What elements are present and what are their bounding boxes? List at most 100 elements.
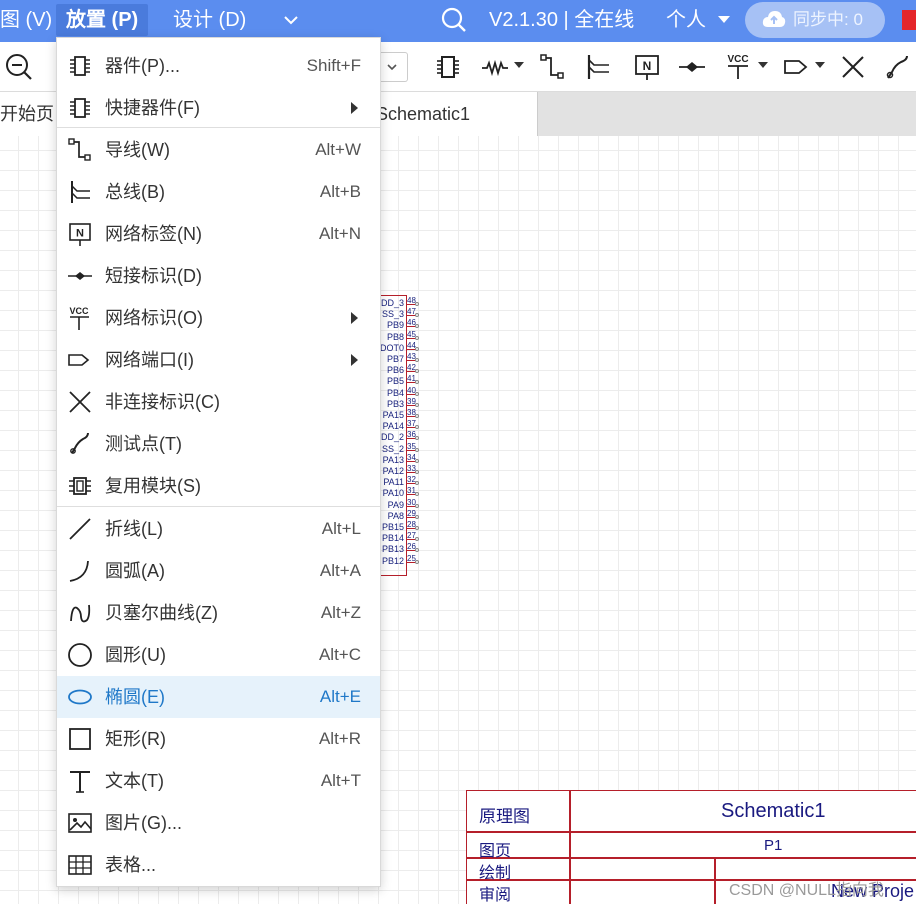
bus-icon[interactable] bbox=[583, 52, 613, 82]
ic-pin[interactable]: PB13 26 bbox=[376, 542, 424, 555]
resistor-icon[interactable] bbox=[480, 52, 510, 82]
ic-pin[interactable]: PA10 31 bbox=[376, 486, 424, 499]
menu-item-ellipse[interactable]: 椭圆(E) Alt+E bbox=[57, 676, 380, 718]
zoom-out-icon[interactable] bbox=[4, 52, 34, 82]
menu-design[interactable]: 设计 (D) bbox=[173, 0, 246, 40]
ic-pin[interactable]: PA11 32 bbox=[376, 475, 424, 488]
menu-item-component[interactable]: 快捷器件(F) bbox=[57, 87, 380, 129]
menu-item-short-flag[interactable]: 短接标识(D) bbox=[57, 255, 380, 297]
title-block-name: Schematic1 bbox=[721, 800, 826, 822]
tab-start-page[interactable]: 开始页 bbox=[0, 92, 56, 136]
menu-item-text[interactable]: 文本(T) Alt+T bbox=[57, 760, 380, 802]
submenu-arrow-icon bbox=[351, 354, 358, 366]
pin-name: PA11 bbox=[383, 477, 404, 488]
menu-item-image[interactable]: 图片(G)... bbox=[57, 802, 380, 844]
menu-item-bezier[interactable]: 贝塞尔曲线(Z) Alt+Z bbox=[57, 592, 380, 634]
menu-item-net-port[interactable]: 网络端口(I) bbox=[57, 339, 380, 381]
menu-item-label: 器件(P)... bbox=[105, 56, 180, 76]
menu-item-no-connect[interactable]: 非连接标识(C) bbox=[57, 381, 380, 423]
user-menu[interactable]: 个人 bbox=[666, 0, 706, 40]
net-port-icon[interactable] bbox=[782, 52, 812, 82]
ic-pin[interactable]: PA9 30 bbox=[376, 498, 424, 511]
arc-icon bbox=[67, 558, 93, 584]
ic-pin[interactable]: PB5 41 bbox=[376, 374, 424, 387]
ic-pin[interactable]: PB7 43 bbox=[376, 352, 424, 365]
menu-item-probe[interactable]: 测试点(T) bbox=[57, 423, 380, 465]
search-icon[interactable] bbox=[440, 6, 468, 34]
menu-item-wire[interactable]: 导线(W) Alt+W bbox=[57, 129, 380, 171]
menu-item-net-label[interactable]: N 网络标签(N) Alt+N bbox=[57, 213, 380, 255]
submenu-arrow-icon bbox=[351, 102, 358, 114]
pin-name: PB15 bbox=[381, 522, 404, 532]
ellipse-icon bbox=[67, 684, 93, 710]
tab-schematic[interactable]: Schematic1 bbox=[366, 92, 538, 136]
ic-pin[interactable]: PA13 34 bbox=[376, 453, 424, 466]
menu-item-rectangle[interactable]: 矩形(R) Alt+R bbox=[57, 718, 380, 760]
menu-item-shortcut: Alt+W bbox=[315, 140, 361, 159]
menu-item-component[interactable]: 器件(P)... Shift+F bbox=[57, 45, 380, 87]
menu-item-shortcut: Alt+R bbox=[318, 729, 361, 748]
toolbar-select[interactable] bbox=[378, 52, 408, 82]
menu-item-label: 表格... bbox=[105, 855, 157, 875]
ic-pin[interactable]: DOT0 44 bbox=[376, 341, 424, 354]
menu-item-table[interactable]: 表格... bbox=[57, 844, 380, 886]
component-icon bbox=[67, 95, 93, 121]
menu-item-label: 圆弧(A) bbox=[105, 561, 165, 581]
place-menu-dropdown: 器件(P)... Shift+F 快捷器件(F) 导线(W) Alt+W 总线(B) Alt… bbox=[56, 37, 381, 887]
text-icon bbox=[67, 768, 93, 794]
net-port-dropdown-icon[interactable] bbox=[815, 62, 825, 68]
menu-more-chevron-icon[interactable] bbox=[283, 0, 299, 40]
menu-item-shortcut: Alt+N bbox=[318, 224, 361, 243]
probe-icon bbox=[67, 431, 93, 457]
ic-pin[interactable]: PB3 39 bbox=[376, 397, 424, 410]
menu-item-label: 文本(T) bbox=[105, 771, 164, 791]
menu-view[interactable]: 图 (V) bbox=[0, 0, 52, 40]
ic-pin[interactable]: PA8 29 bbox=[376, 509, 424, 522]
ic-pin[interactable]: PB9 46 bbox=[376, 318, 424, 331]
menu-item-label: 网络标识(O) bbox=[105, 308, 203, 328]
component-icon bbox=[67, 53, 93, 79]
ic-pin[interactable]: DD_3 48 bbox=[376, 296, 424, 309]
menu-item-label: 贝塞尔曲线(Z) bbox=[105, 603, 218, 623]
ic-pin[interactable]: PB6 42 bbox=[376, 363, 424, 376]
no-connect-icon[interactable] bbox=[838, 52, 868, 82]
component-icon[interactable] bbox=[433, 52, 463, 82]
ic-pin[interactable]: PB15 28 bbox=[376, 520, 424, 533]
ic-pin[interactable]: PB14 27 bbox=[376, 531, 424, 544]
probe-icon[interactable] bbox=[883, 52, 913, 82]
menu-item-label: 图片(G)... bbox=[105, 813, 182, 833]
pin-name: SS_3 bbox=[381, 309, 404, 320]
pin-name: PA12 bbox=[382, 466, 404, 476]
watermark: CSDN @NULL指向我 bbox=[729, 882, 884, 899]
menu-item-arc[interactable]: 圆弧(A) Alt+A bbox=[57, 550, 380, 592]
ic-pin[interactable]: SS_3 47 bbox=[376, 307, 424, 320]
ic-pin[interactable]: PB8 45 bbox=[376, 330, 424, 343]
short-flag-icon[interactable] bbox=[677, 52, 707, 82]
polyline-icon bbox=[67, 516, 93, 542]
resistor-dropdown-icon[interactable] bbox=[514, 62, 524, 68]
ic-pin[interactable]: SS_2 35 bbox=[376, 442, 424, 455]
module-icon bbox=[67, 473, 93, 499]
ic-pin[interactable]: PB12 25 bbox=[376, 554, 424, 567]
menu-item-vcc[interactable]: VCC 网络标识(O) bbox=[57, 297, 380, 339]
menu-item-label: 导线(W) bbox=[105, 140, 170, 160]
vcc-icon[interactable]: VCC bbox=[724, 52, 754, 82]
menu-item-polyline[interactable]: 折线(L) Alt+L bbox=[57, 508, 380, 550]
user-chevron-icon[interactable] bbox=[716, 0, 732, 40]
ic-pin[interactable]: PA12 33 bbox=[376, 464, 424, 477]
menu-item-module[interactable]: 复用模块(S) bbox=[57, 465, 380, 507]
net-label-icon[interactable]: N bbox=[632, 52, 662, 82]
sync-button[interactable]: 同步中: 0 bbox=[745, 2, 885, 38]
vcc-dropdown-icon[interactable] bbox=[758, 62, 768, 68]
menu-item-bus[interactable]: 总线(B) Alt+B bbox=[57, 171, 380, 213]
wire-icon[interactable] bbox=[538, 52, 568, 82]
ic-pin[interactable]: PB4 40 bbox=[376, 386, 424, 399]
ic-pin[interactable]: PA15 38 bbox=[376, 408, 424, 421]
ic-pin[interactable]: PA14 37 bbox=[376, 419, 424, 432]
menu-item-label: 圆形(U) bbox=[105, 645, 166, 665]
menu-place[interactable]: 放置 (P) bbox=[56, 4, 149, 36]
menu-item-circle[interactable]: 圆形(U) Alt+C bbox=[57, 634, 380, 676]
ic-pin[interactable]: DD_2 36 bbox=[376, 430, 424, 443]
pin-name: PA15 bbox=[382, 410, 404, 420]
language-flag-icon[interactable] bbox=[902, 10, 916, 30]
